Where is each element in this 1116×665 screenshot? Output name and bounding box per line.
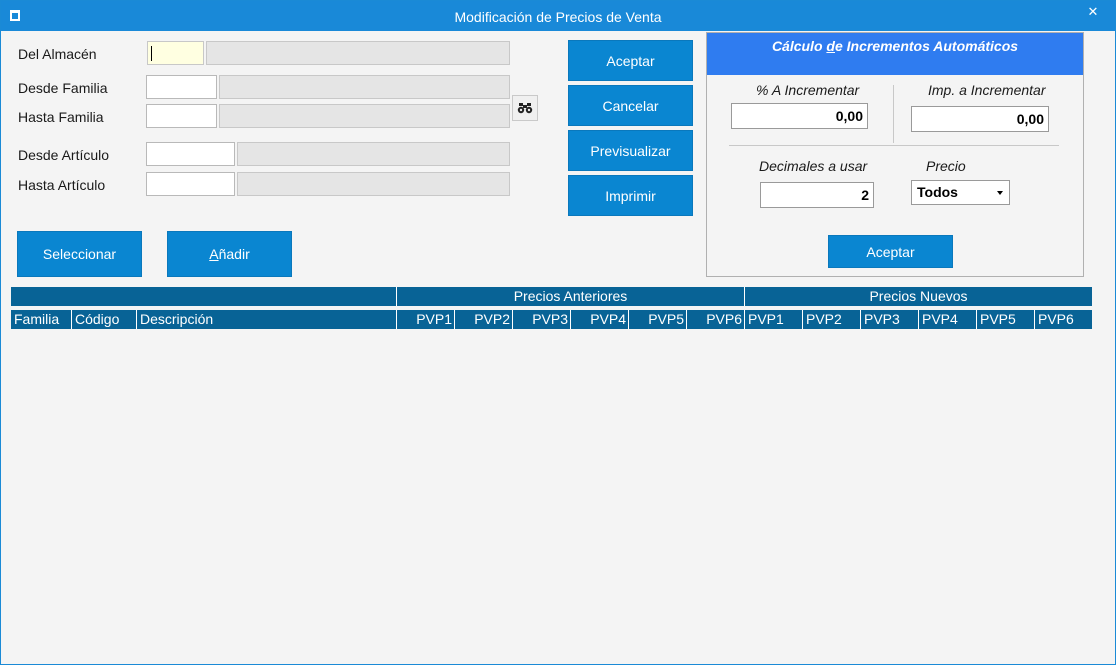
column-header[interactable]: PVP2 — [803, 310, 861, 329]
grid-group-header: Precios Anteriores Precios Nuevos — [11, 287, 1092, 306]
imp-incrementar-input[interactable]: 0,00 — [911, 106, 1049, 132]
column-header[interactable]: PVP6 — [687, 310, 745, 329]
precio-select[interactable]: Todos — [911, 180, 1010, 205]
desde-familia-description — [219, 75, 510, 99]
column-header[interactable]: Código — [72, 310, 137, 329]
panel-vertical-divider — [893, 85, 894, 143]
group-precios-anteriores: Precios Anteriores — [397, 287, 745, 306]
column-header[interactable]: PVP1 — [397, 310, 455, 329]
almacen-code-input[interactable] — [147, 41, 204, 65]
panel-title-start: Cálculo — [771, 38, 827, 54]
column-header[interactable]: Descripción — [137, 310, 397, 329]
grid-column-header: Familia Código Descripción PVP1 PVP2 PVP… — [11, 310, 1092, 329]
panel-horizontal-divider — [729, 145, 1059, 146]
hasta-familia-label: Hasta Familia — [18, 109, 104, 125]
desde-articulo-input[interactable] — [146, 142, 235, 166]
chevron-down-icon — [997, 191, 1003, 195]
desde-articulo-description — [237, 142, 510, 166]
desde-articulo-label: Desde Artículo — [18, 147, 110, 163]
column-header[interactable]: PVP5 — [629, 310, 687, 329]
precio-label: Precio — [926, 158, 966, 174]
panel-title-end: e Incrementos Automáticos — [834, 38, 1019, 54]
column-header[interactable]: PVP2 — [455, 310, 513, 329]
desde-familia-input[interactable] — [146, 75, 217, 99]
column-header[interactable]: PVP6 — [1035, 310, 1092, 329]
pct-incrementar-input[interactable]: 0,00 — [731, 103, 868, 129]
window-title: Modificación de Precios de Venta — [454, 9, 662, 25]
desde-familia-label: Desde Familia — [18, 80, 108, 96]
column-header[interactable]: PVP3 — [513, 310, 571, 329]
text-caret — [151, 46, 152, 61]
precio-select-value: Todos — [917, 184, 958, 200]
hasta-familia-description — [219, 104, 510, 128]
grid-group-spacer — [11, 287, 397, 306]
column-header[interactable]: PVP1 — [745, 310, 803, 329]
almacen-label: Del Almacén — [18, 46, 97, 62]
binoculars-icon — [517, 103, 533, 114]
column-header[interactable]: PVP3 — [861, 310, 919, 329]
auto-increment-panel: Cálculo de Incrementos Automáticos % A I… — [706, 32, 1084, 277]
anadir-button[interactable]: Añadir — [167, 231, 292, 277]
main-window: Modificación de Precios de Venta ✕ Del A… — [0, 0, 1116, 665]
title-bar: Modificación de Precios de Venta ✕ — [1, 1, 1115, 31]
search-button[interactable] — [512, 95, 538, 121]
previsualizar-button[interactable]: Previsualizar — [568, 130, 693, 171]
close-icon[interactable]: ✕ — [1079, 3, 1107, 21]
almacen-description-field — [206, 41, 510, 65]
hasta-articulo-input[interactable] — [146, 172, 235, 196]
decimales-label: Decimales a usar — [759, 158, 868, 174]
hasta-articulo-label: Hasta Artículo — [18, 177, 106, 193]
column-header[interactable]: PVP5 — [977, 310, 1035, 329]
panel-title-mnemonic: d — [826, 38, 835, 54]
column-header[interactable]: Familia — [11, 310, 72, 329]
pct-incrementar-label: % A Incrementar — [756, 82, 860, 98]
hasta-familia-input[interactable] — [146, 104, 217, 128]
imp-incrementar-label: Imp. a Incrementar — [928, 82, 1046, 98]
aceptar-button[interactable]: Aceptar — [568, 40, 693, 81]
decimales-input[interactable]: 2 — [760, 182, 874, 208]
anadir-mnemonic: A — [209, 246, 219, 262]
anadir-label-rest: ñadir — [218, 246, 250, 262]
hasta-articulo-description — [237, 172, 510, 196]
group-precios-nuevos: Precios Nuevos — [869, 288, 968, 304]
column-header[interactable]: PVP4 — [919, 310, 977, 329]
seleccionar-button[interactable]: Seleccionar — [17, 231, 142, 277]
column-header[interactable]: PVP4 — [571, 310, 629, 329]
cancelar-button[interactable]: Cancelar — [568, 85, 693, 126]
imprimir-button[interactable]: Imprimir — [568, 175, 693, 216]
auto-increment-panel-title: Cálculo de Incrementos Automáticos — [707, 33, 1083, 75]
panel-aceptar-button[interactable]: Aceptar — [828, 235, 953, 268]
